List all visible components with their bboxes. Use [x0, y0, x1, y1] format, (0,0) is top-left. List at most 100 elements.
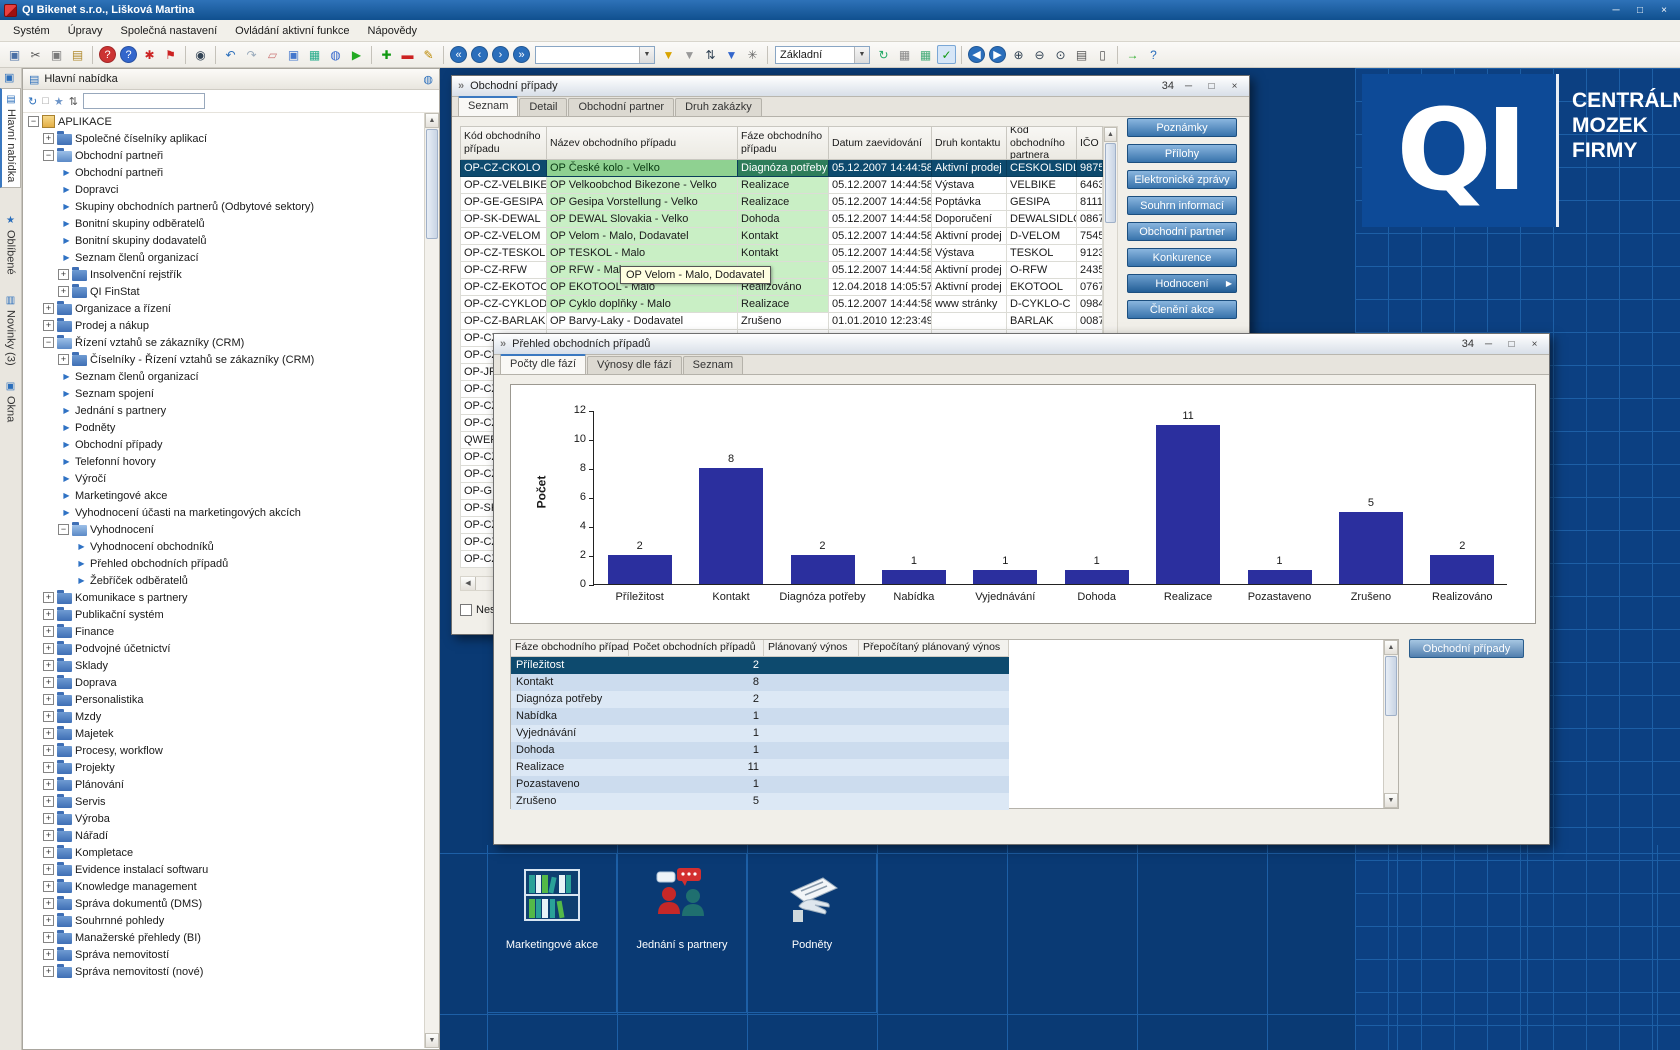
tree-item[interactable]: +Majetek	[24, 725, 423, 742]
filter-icon[interactable]: ▼	[659, 45, 678, 64]
panel-icon[interactable]: ▣	[5, 45, 24, 64]
last-record-icon[interactable]: »	[513, 46, 530, 63]
phase-table-row[interactable]: Realizace11	[511, 759, 1398, 776]
bar-Diagnóza potřeby[interactable]	[791, 555, 855, 584]
zoom-out-icon[interactable]: ⊖	[1030, 45, 1049, 64]
tree-item[interactable]: +Personalistika	[24, 691, 423, 708]
overview-tab-3[interactable]: Seznam	[683, 356, 743, 374]
column-header[interactable]: Datum zaevidování	[829, 126, 932, 160]
expand-icon[interactable]: +	[43, 303, 54, 314]
expand-icon[interactable]: +	[43, 677, 54, 688]
tree-item[interactable]: ▶Obchodní partneři	[24, 164, 423, 181]
expand-icon[interactable]: +	[58, 354, 69, 365]
chart-icon[interactable]: ▦	[305, 45, 324, 64]
side-button-1[interactable]: Poznámky	[1127, 118, 1237, 137]
side-button-8[interactable]: Členění akce	[1127, 300, 1237, 319]
phase-table-row[interactable]: Kontakt8	[511, 674, 1398, 691]
tree-item[interactable]: ▶Skupiny obchodních partnerů (Odbytové s…	[24, 198, 423, 215]
help-red-icon[interactable]: ?	[99, 46, 116, 63]
favorites-icon[interactable]: ★	[54, 95, 64, 108]
tree-item[interactable]: +Servis	[24, 793, 423, 810]
bar-Nabídka[interactable]	[882, 570, 946, 585]
table-row[interactable]: OP-CZ-CKOLOOP České kolo - VelkoDiagnóza…	[460, 160, 1103, 177]
layout-icon[interactable]: ▦	[895, 45, 914, 64]
tree-item[interactable]: −Řízení vztahů se zákazníky (CRM)	[24, 334, 423, 351]
expand-icon[interactable]: +	[43, 762, 54, 773]
expand-icon[interactable]: +	[43, 813, 54, 824]
back-icon[interactable]: ◀	[968, 46, 985, 63]
table-row[interactable]: OP-CZ-EKOTOOLOP EKOTOOL - MaloRealizován…	[460, 279, 1103, 296]
column-header[interactable]: Kód obchodního partnera	[1007, 126, 1077, 160]
window-menu-icon[interactable]: »	[500, 338, 506, 350]
app-close-button[interactable]: ×	[1652, 2, 1676, 18]
expand-icon[interactable]: +	[43, 779, 54, 790]
collapse-icon[interactable]: −	[43, 150, 54, 161]
priority-icon[interactable]: ✱	[140, 45, 159, 64]
next-record-icon[interactable]: ›	[492, 46, 509, 63]
phase-table-row[interactable]: Diagnóza potřeby2	[511, 691, 1398, 708]
tree-item[interactable]: +Manažerské přehledy (BI)	[24, 929, 423, 946]
tree-item[interactable]: ▶Telefonní hovory	[24, 453, 423, 470]
expand-icon[interactable]: +	[43, 643, 54, 654]
dock-icon[interactable]: ▣	[4, 71, 14, 84]
help-icon[interactable]: ?	[1144, 45, 1163, 64]
tree-item[interactable]: −APLIKACE	[24, 113, 423, 130]
tree-item[interactable]: ▶Vyhodnocení obchodníků	[24, 538, 423, 555]
expand-icon[interactable]: +	[43, 592, 54, 603]
bar-Příležitost[interactable]	[608, 555, 672, 584]
tree-item[interactable]: +Společné číselníky aplikací	[24, 130, 423, 147]
overview-tab-1[interactable]: Počty dle fází	[500, 354, 586, 374]
scrollbar-thumb[interactable]	[1105, 143, 1116, 223]
scroll-left-icon[interactable]: ◀	[461, 577, 476, 590]
table-row[interactable]: OP-CZ-RFWOP RFW - Malo05.12.2007 14:44:5…	[460, 262, 1103, 279]
filter-clear-icon[interactable]: ▼	[680, 45, 699, 64]
tree-item[interactable]: +Insolvenční rejstřík	[24, 266, 423, 283]
tree-item[interactable]: ▶Seznam členů organizací	[24, 249, 423, 266]
tree-item[interactable]: ▶Vyhodnocení účasti na marketingových ak…	[24, 504, 423, 521]
scrollbar-thumb[interactable]	[1385, 656, 1397, 716]
column-header[interactable]: Fáze obchodního případu	[511, 640, 629, 657]
tree-item[interactable]: +Doprava	[24, 674, 423, 691]
tree-item[interactable]: ▶Přehled obchodních případů	[24, 555, 423, 572]
bar-Pozastaveno[interactable]	[1248, 570, 1312, 585]
table-row[interactable]: OP-CZ-VELOMOP Velom - Malo, DodavatelKon…	[460, 228, 1103, 245]
collapse-icon[interactable]: −	[28, 116, 39, 127]
tree-scrollbar[interactable]: ▲ ▼	[424, 113, 439, 1048]
column-header[interactable]: Přepočítaný plánovaný výnos	[859, 640, 1009, 657]
shortcut-2[interactable]: Jednání s partnery	[617, 853, 747, 1013]
undo-icon[interactable]: ↶	[221, 45, 240, 64]
table-row[interactable]: OP-CZ-TESKOLOP TESKOL - MaloKontakt05.12…	[460, 245, 1103, 262]
edit-record-icon[interactable]: ✎	[419, 45, 438, 64]
cases-tab-3[interactable]: Obchodní partner	[568, 98, 674, 116]
tree-item[interactable]: +Mzdy	[24, 708, 423, 725]
phase-table-row[interactable]: Pozastaveno1	[511, 776, 1398, 793]
refresh-tree-icon[interactable]: ↻	[28, 95, 37, 108]
side-button-3[interactable]: Elektronické zprávy	[1127, 170, 1237, 189]
expand-icon[interactable]: +	[43, 932, 54, 943]
forward-icon[interactable]: ▶	[989, 46, 1006, 63]
globe-icon[interactable]: ◍	[423, 73, 433, 86]
scroll-down-icon[interactable]: ▼	[425, 1033, 439, 1048]
table-row[interactable]: OP-GE-GESIPAOP Gesipa Vorstellung - Velk…	[460, 194, 1103, 211]
first-record-icon[interactable]: «	[450, 46, 467, 63]
bar-Vyjednávání[interactable]	[973, 570, 1037, 585]
menu-item-5[interactable]: Nápovědy	[359, 22, 427, 40]
expand-icon[interactable]: +	[43, 847, 54, 858]
bar-Realizováno[interactable]	[1430, 555, 1494, 584]
expand-icon[interactable]: +	[43, 898, 54, 909]
column-header[interactable]: Fáze obchodního případu	[738, 126, 829, 160]
tree-item[interactable]: +Plánování	[24, 776, 423, 793]
tree-item[interactable]: ▶Žebříček odběratelů	[24, 572, 423, 589]
tree-item[interactable]: ▶Obchodní případy	[24, 436, 423, 453]
window2-maximize-button[interactable]: □	[1503, 339, 1520, 350]
flag-icon[interactable]: ⚑	[161, 45, 180, 64]
tree-item[interactable]: +Publikační systém	[24, 606, 423, 623]
view-combo[interactable]: Základní▼	[775, 46, 870, 64]
phase-table-row[interactable]: Příležitost2	[511, 657, 1398, 674]
shortcut-1[interactable]: Marketingové akce	[487, 853, 617, 1013]
column-header[interactable]: Druh kontaktu	[932, 126, 1007, 160]
table-row[interactable]: OP-SK-DEWALOP DEWAL Slovakia - VelkoDoho…	[460, 211, 1103, 228]
overview-tab-2[interactable]: Výnosy dle fází	[587, 356, 682, 374]
bar-Realizace[interactable]	[1156, 425, 1220, 585]
table-row[interactable]: OP-CZ-VELBIKEOP Velkoobchod Bikezone - V…	[460, 177, 1103, 194]
